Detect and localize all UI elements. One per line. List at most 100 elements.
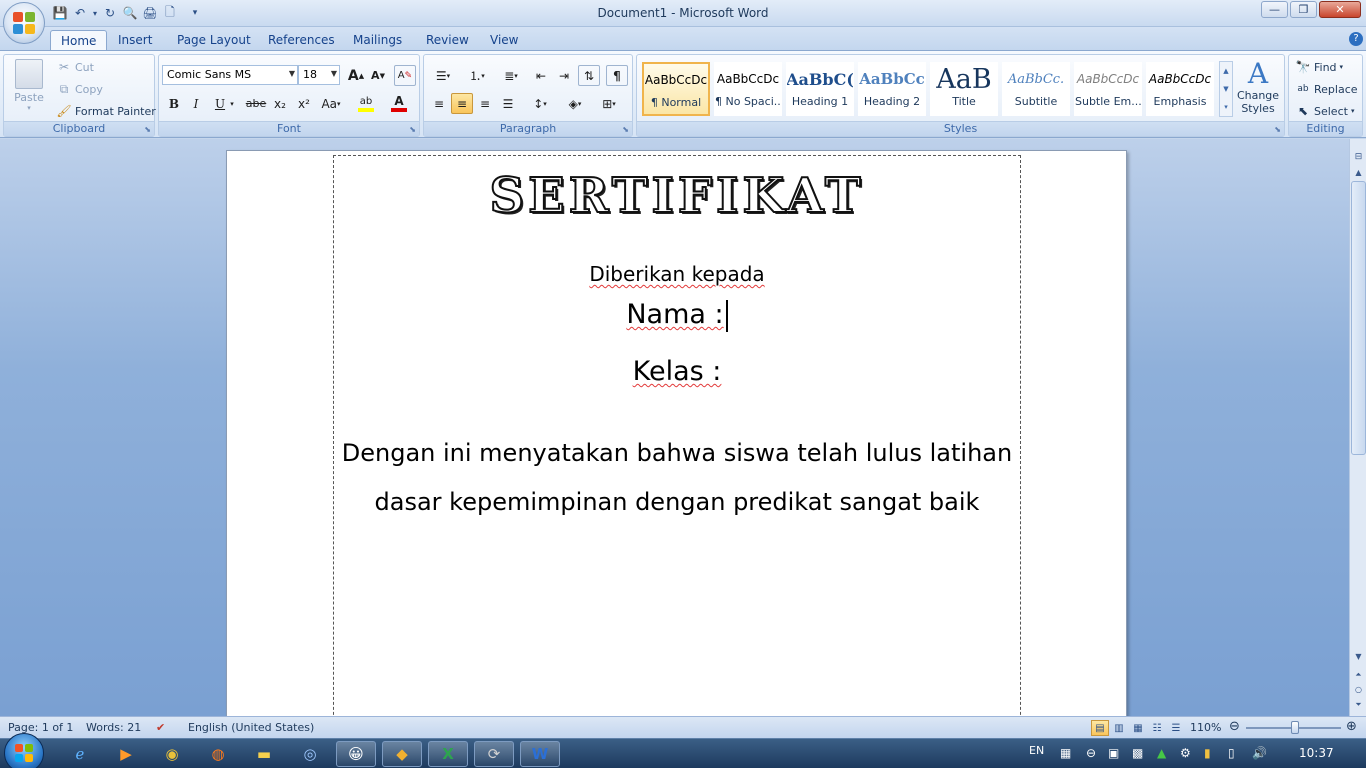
styles-scroll[interactable]: ▲ ▼ ▾ bbox=[1219, 61, 1233, 117]
internet-explorer-icon[interactable]: ℯ bbox=[60, 741, 100, 767]
tray-gear-icon[interactable]: ⚙ bbox=[1180, 746, 1191, 760]
grow-font-button[interactable]: A ▲ bbox=[345, 65, 367, 86]
superscript-button[interactable]: x² bbox=[293, 93, 315, 114]
outline-view-icon[interactable]: ☷ bbox=[1148, 720, 1166, 736]
scroll-up-icon[interactable]: ▲ bbox=[1220, 62, 1232, 80]
class-field-text[interactable]: Kelas : bbox=[334, 356, 1020, 387]
scroll-up-arrow[interactable]: ▲ bbox=[1351, 165, 1366, 180]
italic-button[interactable]: I bbox=[185, 93, 207, 114]
proofing-icon[interactable]: ✔ bbox=[156, 721, 165, 734]
format-painter-button[interactable]: 🖌 Format Painter bbox=[56, 103, 155, 119]
close-button[interactable]: ✕ bbox=[1319, 1, 1361, 18]
shading-button[interactable]: ◈ ▾ bbox=[560, 93, 590, 114]
borders-button[interactable]: ⊞ ▾ bbox=[594, 93, 624, 114]
scroll-down-arrow[interactable]: ▼ bbox=[1351, 649, 1366, 664]
document-page[interactable]: SERTIFIKAT Diberikan kepada Nama : Kelas… bbox=[226, 150, 1127, 735]
font-launcher-icon[interactable]: ⬊ bbox=[409, 125, 416, 134]
style-heading-2[interactable]: AaBbCc Heading 2 bbox=[858, 62, 926, 116]
decrease-indent-button[interactable]: ⇤ bbox=[530, 65, 552, 86]
tab-home[interactable]: Home bbox=[50, 30, 108, 51]
style-title[interactable]: AaB Title bbox=[930, 62, 998, 116]
web-layout-icon[interactable]: ▦ bbox=[1129, 720, 1147, 736]
word-count[interactable]: Words: 21 bbox=[86, 721, 141, 734]
ruler-toggle-icon[interactable]: ⊟ bbox=[1351, 149, 1366, 164]
style-emphasis[interactable]: AaBbCcDc Emphasis bbox=[1146, 62, 1214, 116]
file-explorer-icon[interactable]: ▬ bbox=[244, 741, 284, 767]
print-layout-view-icon[interactable]: ▤ bbox=[1091, 720, 1109, 736]
clear-formatting-button[interactable]: A ✎ bbox=[394, 65, 416, 86]
ticket-app-icon[interactable]: ◆ bbox=[382, 741, 422, 767]
clipboard-launcher-icon[interactable]: ⬊ bbox=[144, 125, 151, 134]
bullets-button[interactable]: ☰ ▾ bbox=[428, 65, 458, 86]
tray-triangle-icon[interactable]: ▲ bbox=[1157, 746, 1166, 760]
zoom-slider-thumb[interactable] bbox=[1291, 721, 1300, 734]
change-case-button[interactable]: Aa ▾ bbox=[317, 93, 345, 114]
style-normal[interactable]: AaBbCcDc ¶ Normal bbox=[642, 62, 710, 116]
style-heading-1[interactable]: AaBbC( Heading 1 bbox=[786, 62, 854, 116]
browse-object-icon[interactable]: ○ bbox=[1351, 682, 1366, 697]
align-left-button[interactable]: ≡ bbox=[428, 93, 450, 114]
excel-icon[interactable]: X bbox=[428, 741, 468, 767]
word-taskbar-icon[interactable]: W bbox=[520, 741, 560, 767]
language-bar[interactable]: EN bbox=[1029, 744, 1044, 757]
clock[interactable]: 10:37 bbox=[1299, 746, 1334, 760]
sort-button[interactable]: ⇅ bbox=[578, 65, 600, 86]
tab-view[interactable]: View bbox=[480, 30, 528, 51]
minimize-button[interactable]: — bbox=[1261, 1, 1288, 18]
cut-button[interactable]: ✂ Cut bbox=[56, 59, 94, 75]
name-field-text[interactable]: Nama : bbox=[334, 299, 1020, 332]
style-subtitle[interactable]: AaBbCc. Subtitle bbox=[1002, 62, 1070, 116]
app-icon[interactable]: ◎ bbox=[290, 741, 330, 767]
highlight-button[interactable]: ab bbox=[351, 93, 381, 114]
shrink-font-button[interactable]: A ▼ bbox=[367, 65, 389, 86]
start-button[interactable] bbox=[4, 733, 44, 768]
utility-app-icon[interactable]: ⟳ bbox=[474, 741, 514, 767]
tray-app-icon[interactable]: ▦ bbox=[1060, 746, 1071, 760]
tray-display-icon[interactable]: ▣ bbox=[1108, 746, 1119, 760]
battery-icon[interactable]: ▯ bbox=[1228, 746, 1235, 760]
chrome-icon[interactable]: ◉ bbox=[152, 741, 192, 767]
zoom-out-icon[interactable]: ⊖ bbox=[1229, 719, 1240, 734]
tab-review[interactable]: Review bbox=[416, 30, 479, 51]
align-center-button[interactable]: ≡ bbox=[451, 93, 473, 114]
style-no-spacing[interactable]: AaBbCcDc ¶ No Spaci... bbox=[714, 62, 782, 116]
full-screen-reading-icon[interactable]: ▥ bbox=[1110, 720, 1128, 736]
certificate-text-box[interactable]: SERTIFIKAT Diberikan kepada Nama : Kelas… bbox=[333, 155, 1021, 735]
more-styles-icon[interactable]: ▾ bbox=[1220, 98, 1232, 116]
show-marks-button[interactable]: ¶ bbox=[606, 65, 628, 86]
draft-view-icon[interactable]: ☰ bbox=[1167, 720, 1185, 736]
tab-references[interactable]: References bbox=[258, 30, 345, 51]
font-family-select[interactable]: Comic Sans MS ▼ bbox=[162, 65, 298, 85]
numbering-button[interactable]: ⒈ ▾ bbox=[462, 65, 492, 86]
strikethrough-button[interactable]: abe bbox=[245, 93, 267, 114]
font-color-button[interactable]: A bbox=[384, 93, 414, 114]
line-spacing-button[interactable]: ↕ ▾ bbox=[525, 93, 555, 114]
tab-page-layout[interactable]: Page Layout bbox=[167, 30, 261, 51]
page-count[interactable]: Page: 1 of 1 bbox=[8, 721, 73, 734]
find-button[interactable]: 🔭 Find ▾ bbox=[1295, 59, 1344, 75]
signal-icon[interactable]: ▮ bbox=[1204, 746, 1211, 760]
change-styles-button[interactable]: A Change Styles bbox=[1235, 59, 1281, 116]
scroll-thumb[interactable] bbox=[1351, 181, 1366, 455]
font-size-select[interactable]: 18 ▼ bbox=[298, 65, 340, 85]
firefox-icon[interactable]: ◍ bbox=[198, 741, 238, 767]
multilevel-list-button[interactable]: ≣ ▾ bbox=[496, 65, 526, 86]
previous-page-icon[interactable]: ⏶ bbox=[1351, 667, 1366, 682]
tab-insert[interactable]: Insert bbox=[108, 30, 162, 51]
justify-button[interactable]: ☰ bbox=[497, 93, 519, 114]
office-button[interactable] bbox=[3, 2, 45, 44]
scroll-down-icon[interactable]: ▼ bbox=[1220, 80, 1232, 98]
zoom-level[interactable]: 110% bbox=[1190, 721, 1221, 734]
maximize-button[interactable]: ❐ bbox=[1290, 1, 1317, 18]
language-indicator[interactable]: English (United States) bbox=[188, 721, 314, 734]
tab-mailings[interactable]: Mailings bbox=[343, 30, 412, 51]
media-player-icon[interactable]: ▶ bbox=[106, 741, 146, 767]
styles-launcher-icon[interactable]: ⬊ bbox=[1274, 125, 1281, 134]
vertical-scrollbar[interactable]: ⊟ ▲ ▼ ⏶ ○ ⏷ bbox=[1349, 139, 1366, 716]
underline-dropdown-icon[interactable]: ▾ bbox=[227, 93, 237, 114]
messenger-icon[interactable]: 😀 bbox=[336, 741, 376, 767]
increase-indent-button[interactable]: ⇥ bbox=[553, 65, 575, 86]
next-page-icon[interactable]: ⏷ bbox=[1351, 697, 1366, 712]
tray-network-icon[interactable]: ▩ bbox=[1132, 746, 1143, 760]
volume-icon[interactable]: 🔊 bbox=[1252, 746, 1267, 760]
